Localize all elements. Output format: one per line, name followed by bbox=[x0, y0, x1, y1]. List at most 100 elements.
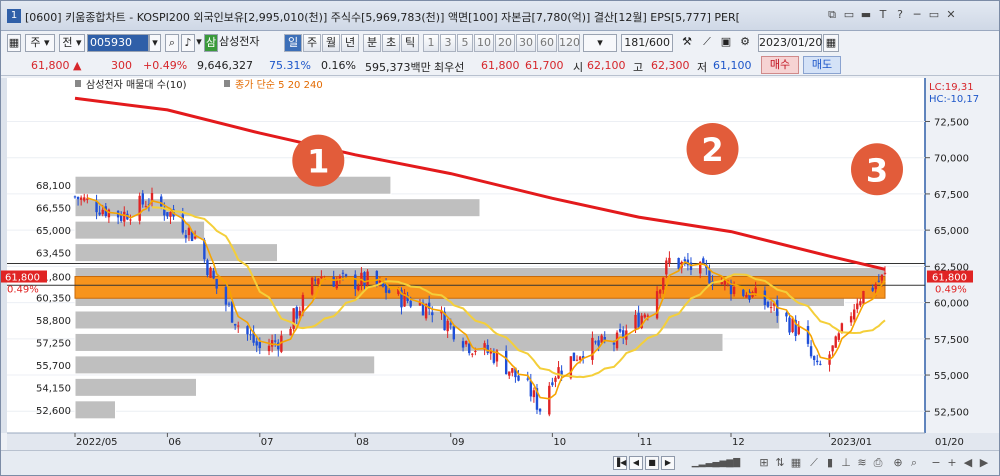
interval-button-10[interactable]: 10 bbox=[474, 34, 494, 52]
candle-body bbox=[73, 196, 77, 198]
period-button-minute[interactable]: 분 bbox=[363, 34, 381, 52]
candle-body bbox=[600, 335, 603, 343]
interval-button-1[interactable]: 1 bbox=[423, 34, 439, 52]
y-left-tick-label: 55,700 bbox=[36, 361, 71, 372]
candle-body bbox=[665, 260, 668, 275]
interval-button-20[interactable]: 20 bbox=[495, 34, 515, 52]
window-number-badge: 1 bbox=[7, 9, 21, 23]
low-label: 저 bbox=[697, 61, 708, 74]
toolbar-tool-icon[interactable]: ⚒ bbox=[678, 34, 696, 52]
candle-body bbox=[853, 309, 856, 320]
zoom-search-icon[interactable]: ⌕ bbox=[907, 456, 921, 470]
y-left-tick-label: 60,350 bbox=[36, 294, 71, 305]
candle-body bbox=[548, 385, 551, 415]
calendar-icon[interactable]: ▦ bbox=[823, 34, 839, 52]
candle-body bbox=[310, 277, 314, 295]
quote-bar: 61,800 ▲ 300 +0.49% 9,646,327 75.31% 0.1… bbox=[1, 56, 999, 76]
candle-body bbox=[554, 377, 557, 382]
minimize-icon[interactable]: ─ bbox=[910, 7, 924, 23]
zoom-in-icon[interactable]: ⊕ bbox=[891, 456, 905, 470]
period-button-tick[interactable]: 틱 bbox=[401, 34, 419, 52]
interval-button-3[interactable]: 3 bbox=[440, 34, 456, 52]
interval-button-120[interactable]: 120 bbox=[558, 34, 580, 52]
buy-button[interactable]: 매수 bbox=[761, 56, 799, 74]
candle-body bbox=[859, 301, 862, 306]
chart-type-icon[interactable]: ≋ bbox=[855, 456, 869, 470]
legend-ma-swatch bbox=[224, 80, 230, 87]
zoom-slider[interactable]: ▁▂▃▄▅▆▇ bbox=[681, 456, 751, 470]
candle-icon[interactable]: ⊥ bbox=[839, 456, 853, 470]
font-icon[interactable]: T bbox=[876, 7, 890, 23]
compare-icon[interactable]: ⇅ bbox=[773, 456, 787, 470]
left-price-tag-text: 61,800 bbox=[5, 273, 40, 284]
layout-icon[interactable]: ▭ bbox=[842, 7, 856, 23]
candle-body bbox=[840, 323, 844, 332]
sell-button[interactable]: 매도 bbox=[803, 56, 841, 74]
candle-body bbox=[366, 271, 369, 285]
candle-body bbox=[511, 368, 514, 373]
y-left-tick-label: 52,600 bbox=[36, 406, 71, 417]
plus-icon[interactable]: + bbox=[945, 456, 959, 470]
candle-body bbox=[591, 337, 594, 360]
profile-bar bbox=[74, 355, 376, 375]
stock-code-input[interactable]: 005930 bbox=[87, 34, 149, 52]
copy-window-icon[interactable]: ⧉ bbox=[825, 7, 839, 23]
grid-view-icon[interactable]: ▦ bbox=[789, 456, 803, 470]
title-bar: 1 [0600] 키움종합차트 - KOSPI200 외국인보유[2,995,0… bbox=[1, 1, 999, 31]
y-tick-label: 52,500 bbox=[934, 407, 969, 418]
period-button-week[interactable]: 주 bbox=[303, 34, 321, 52]
interval-button-5[interactable]: 5 bbox=[457, 34, 473, 52]
code-dropdown-icon[interactable]: ▾ bbox=[149, 34, 161, 52]
count-input[interactable]: 181/600 bbox=[621, 34, 673, 52]
candle-body bbox=[809, 346, 813, 357]
grid-icon[interactable]: ▦ bbox=[7, 34, 21, 52]
bar-icon[interactable]: ▮ bbox=[823, 456, 837, 470]
save-icon[interactable]: ▣ bbox=[718, 34, 734, 52]
close-icon[interactable]: ✕ bbox=[944, 7, 958, 23]
line-tool-icon[interactable]: ⟋ bbox=[698, 34, 716, 52]
indicator-icon[interactable]: ⊞ bbox=[757, 456, 771, 470]
period-button-month[interactable]: 월 bbox=[322, 34, 340, 52]
period-select[interactable]: 주 ▾ bbox=[25, 34, 55, 52]
candle-body bbox=[816, 360, 819, 363]
candle-body bbox=[255, 341, 258, 346]
help-icon[interactable]: ? bbox=[893, 7, 907, 23]
candle-body bbox=[769, 307, 773, 309]
search-icon[interactable]: ⌕ bbox=[165, 34, 179, 52]
next-icon[interactable]: ▶ bbox=[977, 456, 991, 470]
stop-button[interactable]: ■ bbox=[645, 456, 659, 470]
candle-body bbox=[363, 272, 366, 286]
period-button-year[interactable]: 년 bbox=[341, 34, 359, 52]
market-select[interactable]: 전 ▾ bbox=[59, 34, 85, 52]
maximize-icon[interactable]: ▭ bbox=[927, 7, 941, 23]
price-chart[interactable]: 68,100 66,550 65,000 63,450 61,800 60,350 58,8… bbox=[1, 78, 999, 450]
speaker-dropdown-icon[interactable]: ▾ bbox=[194, 34, 204, 52]
candle-body bbox=[332, 276, 335, 287]
candle-body bbox=[169, 211, 172, 217]
settings-icon[interactable]: ⚙ bbox=[737, 34, 753, 52]
scroll-next-button[interactable]: ▶ bbox=[661, 456, 675, 470]
count-value: 181 bbox=[624, 36, 646, 49]
candle-body bbox=[575, 359, 579, 361]
minus-icon[interactable]: − bbox=[929, 456, 943, 470]
period-button-second[interactable]: 초 bbox=[382, 34, 400, 52]
interval-custom-select[interactable]: ▾ bbox=[583, 34, 617, 52]
prev-icon[interactable]: ◀ bbox=[961, 456, 975, 470]
candle-body bbox=[634, 314, 637, 329]
candle-body bbox=[504, 350, 508, 375]
pin-icon[interactable]: ▬ bbox=[859, 7, 873, 23]
scroll-prev-button[interactable]: ◀ bbox=[629, 456, 643, 470]
print-icon[interactable]: ⎙ bbox=[871, 456, 885, 470]
candle-body bbox=[193, 236, 197, 239]
date-input[interactable]: 2023/01/20 bbox=[758, 34, 822, 52]
interval-button-30[interactable]: 30 bbox=[516, 34, 536, 52]
speaker-icon[interactable]: ♪ bbox=[181, 34, 195, 52]
period-button-day[interactable]: 일 bbox=[284, 34, 302, 52]
trend-icon[interactable]: ⟋ bbox=[807, 456, 821, 470]
candle-body bbox=[468, 343, 471, 354]
candle-body bbox=[560, 370, 563, 375]
candle-body bbox=[643, 314, 646, 318]
candle-body bbox=[486, 344, 489, 354]
interval-button-60[interactable]: 60 bbox=[537, 34, 557, 52]
scroll-first-button[interactable]: ▐◀ bbox=[613, 456, 627, 470]
